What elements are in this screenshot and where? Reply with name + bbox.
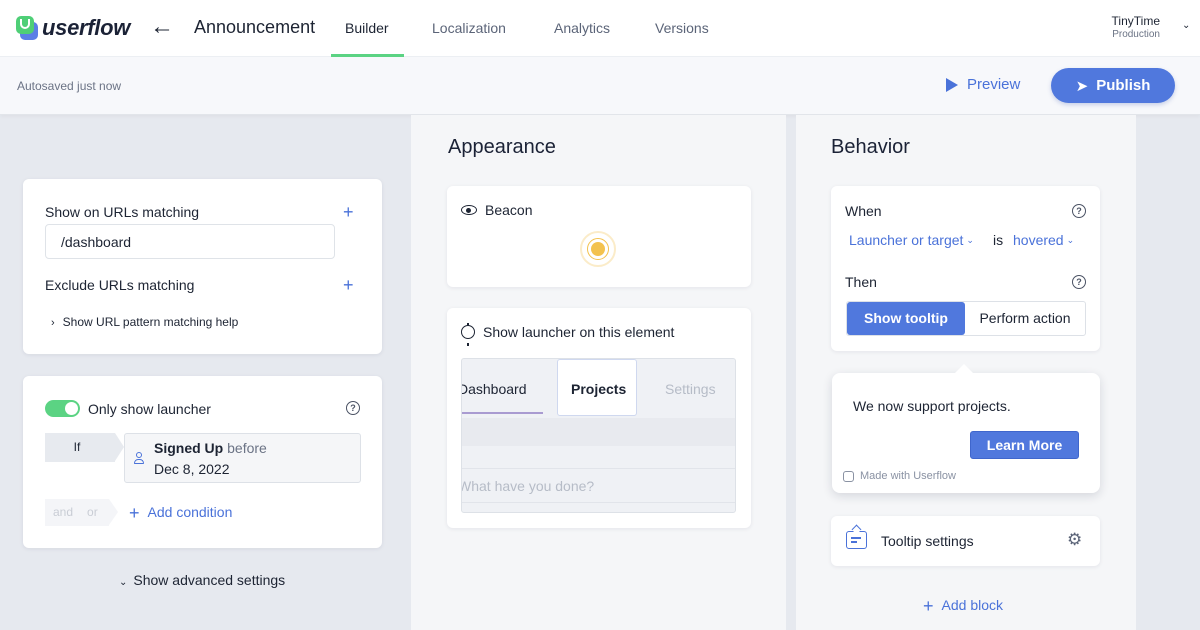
url-match-input[interactable]: [45, 224, 335, 259]
add-exclude-plus-icon[interactable]: +: [343, 276, 354, 294]
autosave-status: Autosaved just now: [17, 79, 122, 93]
preview-band: [462, 418, 735, 446]
element-preview-screenshot: Dashboard Projects Settings What have yo…: [461, 358, 736, 513]
advanced-settings-label: Show advanced settings: [133, 572, 286, 588]
tab-versions[interactable]: Versions: [655, 20, 709, 36]
launcher-conditions-card: Only show launcher ? If Signed Up before…: [23, 376, 382, 548]
action-segmented-control: Show tooltip Perform action: [846, 301, 1086, 336]
arrow-left-icon[interactable]: ←: [150, 13, 174, 41]
beacon-label: Beacon: [485, 202, 533, 218]
only-show-launcher-label: Only show launcher: [88, 401, 211, 417]
trigger-event-dropdown[interactable]: hovered ⌄: [1013, 232, 1074, 248]
workspace-environment: Production: [1112, 29, 1160, 40]
beacon-card[interactable]: Beacon: [447, 186, 751, 287]
if-chip: If: [45, 433, 124, 462]
and-option[interactable]: and: [53, 505, 73, 519]
play-icon: [946, 77, 958, 92]
preview-tab-dashboard: Dashboard: [461, 381, 527, 397]
branding-text: Made with Userflow: [860, 470, 956, 482]
url-pattern-help-toggle[interactable]: › Show URL pattern matching help: [51, 315, 238, 329]
preview-placeholder-text: What have you done?: [461, 478, 595, 494]
crosshair-icon: [461, 323, 475, 346]
add-condition-label: Add condition: [147, 504, 233, 520]
workspace-switcher[interactable]: TinyTime Production: [1112, 14, 1160, 40]
show-tooltip-option[interactable]: Show tooltip: [847, 302, 965, 335]
launcher-element-card[interactable]: Show launcher on this element Dashboard …: [447, 308, 751, 528]
tooltip-preview: We now support projects. Learn More Made…: [832, 364, 1100, 493]
condition-attribute: Signed Up: [154, 440, 224, 456]
plus-icon: +: [923, 596, 934, 616]
chevron-down-icon: ⌄: [1066, 235, 1075, 245]
tab-analytics[interactable]: Analytics: [554, 20, 610, 36]
perform-action-option[interactable]: Perform action: [965, 302, 1085, 335]
url-conditions-card: Show on URLs matching + Exclude URLs mat…: [23, 179, 382, 354]
tooltip-settings-label: Tooltip settings: [881, 533, 974, 549]
tooltip-text: We now support projects.: [853, 398, 1011, 414]
paper-plane-icon: ➤: [1075, 77, 1089, 95]
add-url-plus-icon[interactable]: +: [343, 203, 354, 221]
chevron-right-icon: ›: [51, 317, 55, 329]
userflow-logo-icon: [16, 16, 38, 40]
help-link-label: Show URL pattern matching help: [62, 315, 239, 329]
and-or-selector[interactable]: and or: [45, 499, 118, 526]
trigger-card: When ? Launcher or target ⌄ is hovered ⌄ T…: [831, 186, 1100, 351]
preview-tab-settings: Settings: [665, 381, 716, 397]
tab-localization[interactable]: Localization: [432, 20, 506, 36]
exclude-urls-label: Exclude URLs matching: [45, 277, 195, 293]
appearance-column: Appearance Beacon Show launcher on this …: [411, 115, 786, 630]
userflow-branding: Made with Userflow: [843, 470, 956, 482]
preview-divider: [462, 468, 735, 469]
is-label: is: [993, 232, 1004, 248]
editor-toolbar: Autosaved just now Preview ➤ Publish: [0, 57, 1200, 115]
user-icon: [134, 452, 144, 465]
logo-text: userflow: [42, 15, 131, 40]
appearance-heading: Appearance: [448, 136, 556, 158]
top-navbar: userflow ← Announcement Builder Localiza…: [0, 0, 1200, 57]
only-show-launcher-toggle[interactable]: [45, 400, 80, 417]
beacon-preview: [580, 231, 616, 267]
trigger-target-value: Launcher or target: [849, 232, 964, 248]
userflow-logo[interactable]: userflow: [16, 15, 130, 41]
or-option[interactable]: or: [87, 505, 98, 519]
trigger-target-dropdown[interactable]: Launcher or target ⌄: [849, 232, 974, 248]
condition-operator: before: [227, 440, 267, 456]
userflow-mini-logo-icon: [843, 470, 854, 482]
help-icon[interactable]: ?: [346, 401, 360, 415]
show-advanced-settings-toggle[interactable]: ⌄ Show advanced settings: [119, 572, 285, 588]
tooltip-settings-card[interactable]: Tooltip settings ⚙: [831, 516, 1100, 566]
behavior-heading: Behavior: [831, 136, 910, 158]
when-label: When: [845, 203, 882, 219]
add-block-button[interactable]: + Add block: [923, 596, 1003, 617]
eye-icon: [461, 205, 477, 215]
publish-label: Publish: [1096, 77, 1151, 94]
plus-icon: +: [129, 503, 140, 523]
trigger-event-value: hovered: [1013, 232, 1064, 248]
add-condition-button[interactable]: + Add condition: [129, 503, 232, 524]
chevron-down-icon: ⌄: [119, 577, 128, 588]
tab-builder[interactable]: Builder: [345, 20, 389, 36]
tooltip-icon: [846, 531, 867, 549]
launcher-element-label: Show launcher on this element: [483, 324, 675, 340]
publish-button[interactable]: ➤ Publish: [1051, 68, 1175, 103]
help-icon[interactable]: ?: [1072, 275, 1086, 289]
workspace-name: TinyTime: [1111, 14, 1160, 28]
page-title: Announcement: [194, 17, 316, 37]
help-icon[interactable]: ?: [1072, 204, 1086, 218]
then-label: Then: [845, 274, 877, 290]
show-on-urls-label: Show on URLs matching: [45, 204, 200, 220]
chevron-down-icon[interactable]: ⌄: [1182, 20, 1190, 31]
preview-button[interactable]: Preview: [946, 76, 1020, 93]
learn-more-button[interactable]: Learn More: [970, 431, 1079, 459]
add-block-label: Add block: [941, 597, 1003, 613]
preview-tab-projects: Projects: [571, 381, 627, 397]
chevron-down-icon: ⌄: [966, 235, 974, 245]
condition-signed-up[interactable]: Signed Up before Dec 8, 2022: [124, 433, 361, 483]
dashboard-tab-underline: [462, 412, 543, 414]
gear-icon[interactable]: ⚙: [1067, 530, 1082, 550]
condition-value: Dec 8, 2022: [154, 461, 230, 477]
preview-divider: [462, 502, 735, 503]
preview-label: Preview: [967, 76, 1021, 93]
